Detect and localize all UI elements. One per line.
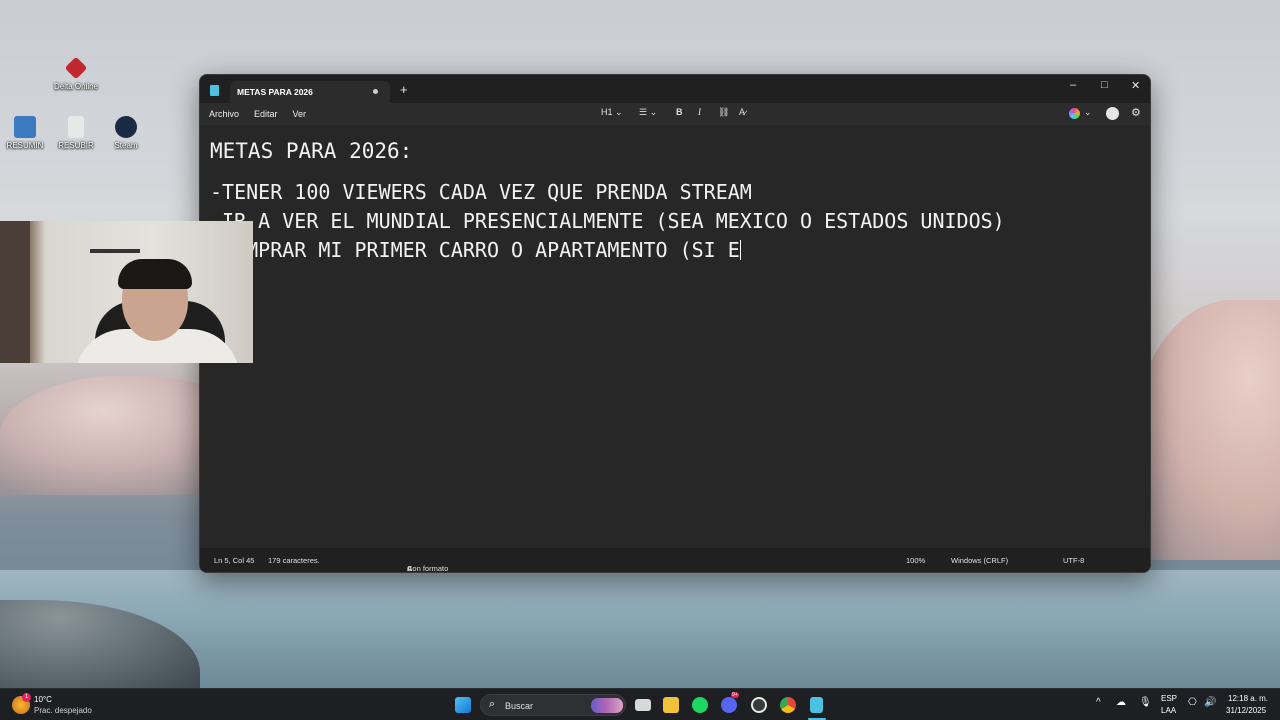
document-line: -TENER 100 VIEWERS CADA VEZ QUE PRENDA S…	[210, 180, 752, 204]
close-button[interactable]: ✕	[1131, 79, 1140, 92]
link-icon[interactable]: ⛓	[718, 107, 729, 118]
text-caret	[739, 240, 742, 260]
cloud-icon[interactable]: ☁	[1116, 697, 1126, 708]
heading-label: H1	[601, 107, 613, 117]
desktop-icon-label: Steam	[114, 141, 138, 150]
document-icon	[14, 116, 36, 138]
wallpaper-dune-right	[1130, 300, 1280, 560]
title-bar[interactable]: METAS PARA 2026 + – □ ✕	[200, 75, 1150, 103]
spotify-icon[interactable]	[692, 697, 708, 713]
menu-archivo[interactable]: Archivo	[209, 109, 239, 119]
search-highlight-icon	[591, 698, 623, 713]
desktop-icon-delta-online[interactable]: Delta Online	[48, 56, 104, 91]
heading-dropdown[interactable]: H1 ⌄	[601, 107, 623, 118]
obs-icon[interactable]	[751, 697, 767, 713]
webcam-hair	[118, 259, 192, 289]
settings-gear-icon[interactable]: ⚙	[1131, 106, 1141, 119]
new-tab-button[interactable]: +	[400, 83, 408, 96]
encoding[interactable]: UTF-8	[1063, 556, 1084, 565]
webcam-hanger	[90, 249, 140, 253]
menu-editar[interactable]: Editar	[254, 109, 278, 119]
steam-icon	[115, 116, 137, 138]
unsaved-dot-icon[interactable]	[373, 89, 378, 94]
weather-temperature[interactable]: 10°C	[34, 695, 52, 704]
webcam-overlay	[0, 221, 253, 363]
document-heading: METAS PARA 2026:	[210, 139, 413, 163]
desktop-icon-steam[interactable]: Steam	[98, 116, 154, 150]
taskbar: 1 10°C Prac. despejado ⌕ Buscar 9+ ^ ☁ 🎙…	[0, 688, 1280, 720]
character-count: 179 caracteres.	[268, 556, 320, 565]
desktop-icon-label: Delta Online	[53, 82, 99, 91]
chevron-down-icon: ⌄	[649, 107, 658, 117]
discord-icon[interactable]	[721, 697, 737, 713]
desktop-icon-label: RESUBIR	[58, 141, 94, 150]
desktop-icon-label: RESUMIN	[6, 141, 44, 150]
file-explorer-icon[interactable]	[663, 697, 679, 713]
notepad-icon	[210, 85, 219, 96]
microphone-icon[interactable]: 🎙	[1139, 697, 1152, 708]
volume-icon[interactable]: 🔊	[1204, 697, 1216, 708]
italic-button[interactable]: I	[698, 107, 701, 117]
search-placeholder: Buscar	[505, 701, 534, 711]
discord-badge: 9+	[731, 692, 739, 698]
tab-title: METAS PARA 2026	[237, 87, 313, 97]
tab-metas-para-2026[interactable]: METAS PARA 2026	[230, 81, 390, 103]
task-view-icon[interactable]	[635, 699, 651, 711]
network-icon[interactable]: ⎔	[1188, 697, 1197, 708]
document-line-text: -COMPRAR MI PRIMER CARRO O APARTAMENTO (…	[210, 238, 740, 262]
chevron-down-icon[interactable]: ⌄	[1084, 107, 1092, 118]
notepad-taskbar-icon[interactable]	[810, 697, 823, 713]
text-editor[interactable]: METAS PARA 2026: -TENER 100 VIEWERS CADA…	[200, 125, 1150, 550]
line-ending[interactable]: Windows (CRLF)	[951, 556, 1008, 565]
windows-start-icon[interactable]	[455, 697, 471, 713]
chrome-icon[interactable]	[780, 697, 796, 713]
desktop-icon-resumin[interactable]: RESUMIN	[0, 116, 53, 150]
notepad-window: METAS PARA 2026 + – □ ✕ Archivo Editar V…	[199, 74, 1151, 573]
clock-time[interactable]: 12:18 a. m.	[1228, 694, 1268, 703]
document-line: -IR A VER EL MUNDIAL PRESENCIALMENTE (SE…	[210, 209, 1005, 233]
menu-ver[interactable]: Ver	[293, 109, 307, 119]
minimize-button[interactable]: –	[1070, 79, 1076, 91]
maximize-button[interactable]: □	[1101, 79, 1108, 91]
clock-date[interactable]: 31/12/2025	[1226, 706, 1266, 715]
desktop-icon-resubir[interactable]: RESUBIR	[48, 116, 104, 150]
webcam-door	[0, 221, 30, 363]
weather-badge: 1	[22, 693, 31, 702]
search-icon: ⌕	[489, 698, 496, 710]
chevron-down-icon: ⌄	[615, 107, 623, 117]
bold-button[interactable]: B	[676, 107, 683, 117]
clear-formatting-icon[interactable]: A̷	[739, 107, 745, 117]
language-indicator[interactable]: ESP	[1161, 694, 1177, 703]
taskbar-search[interactable]: ⌕ Buscar	[480, 694, 626, 716]
delta-online-icon	[64, 56, 88, 80]
zoom-level[interactable]: 100%	[906, 556, 925, 565]
menu-bar: Archivo Editar Ver H1 ⌄ ☰ ⌄ B I ⛓ A̷ ⌄ ⚙	[200, 103, 1150, 125]
format-label: Con formato	[407, 564, 449, 573]
weather-description[interactable]: Prac. despejado	[34, 706, 92, 715]
document-icon	[68, 116, 84, 138]
list-dropdown[interactable]: ☰ ⌄	[639, 107, 657, 118]
list-icon: ☰	[639, 107, 648, 117]
copilot-icon[interactable]	[1069, 108, 1080, 119]
account-avatar-icon[interactable]	[1106, 107, 1119, 120]
keyboard-layout[interactable]: LAA	[1161, 706, 1176, 715]
status-bar: Ln 5, Col 45 179 caracteres. A Con forma…	[200, 548, 1150, 573]
document-line-current: -COMPRAR MI PRIMER CARRO O APARTAMENTO (…	[210, 236, 1142, 265]
show-hidden-icons-chevron-icon[interactable]: ^	[1096, 697, 1101, 708]
cursor-position[interactable]: Ln 5, Col 45	[214, 556, 254, 565]
